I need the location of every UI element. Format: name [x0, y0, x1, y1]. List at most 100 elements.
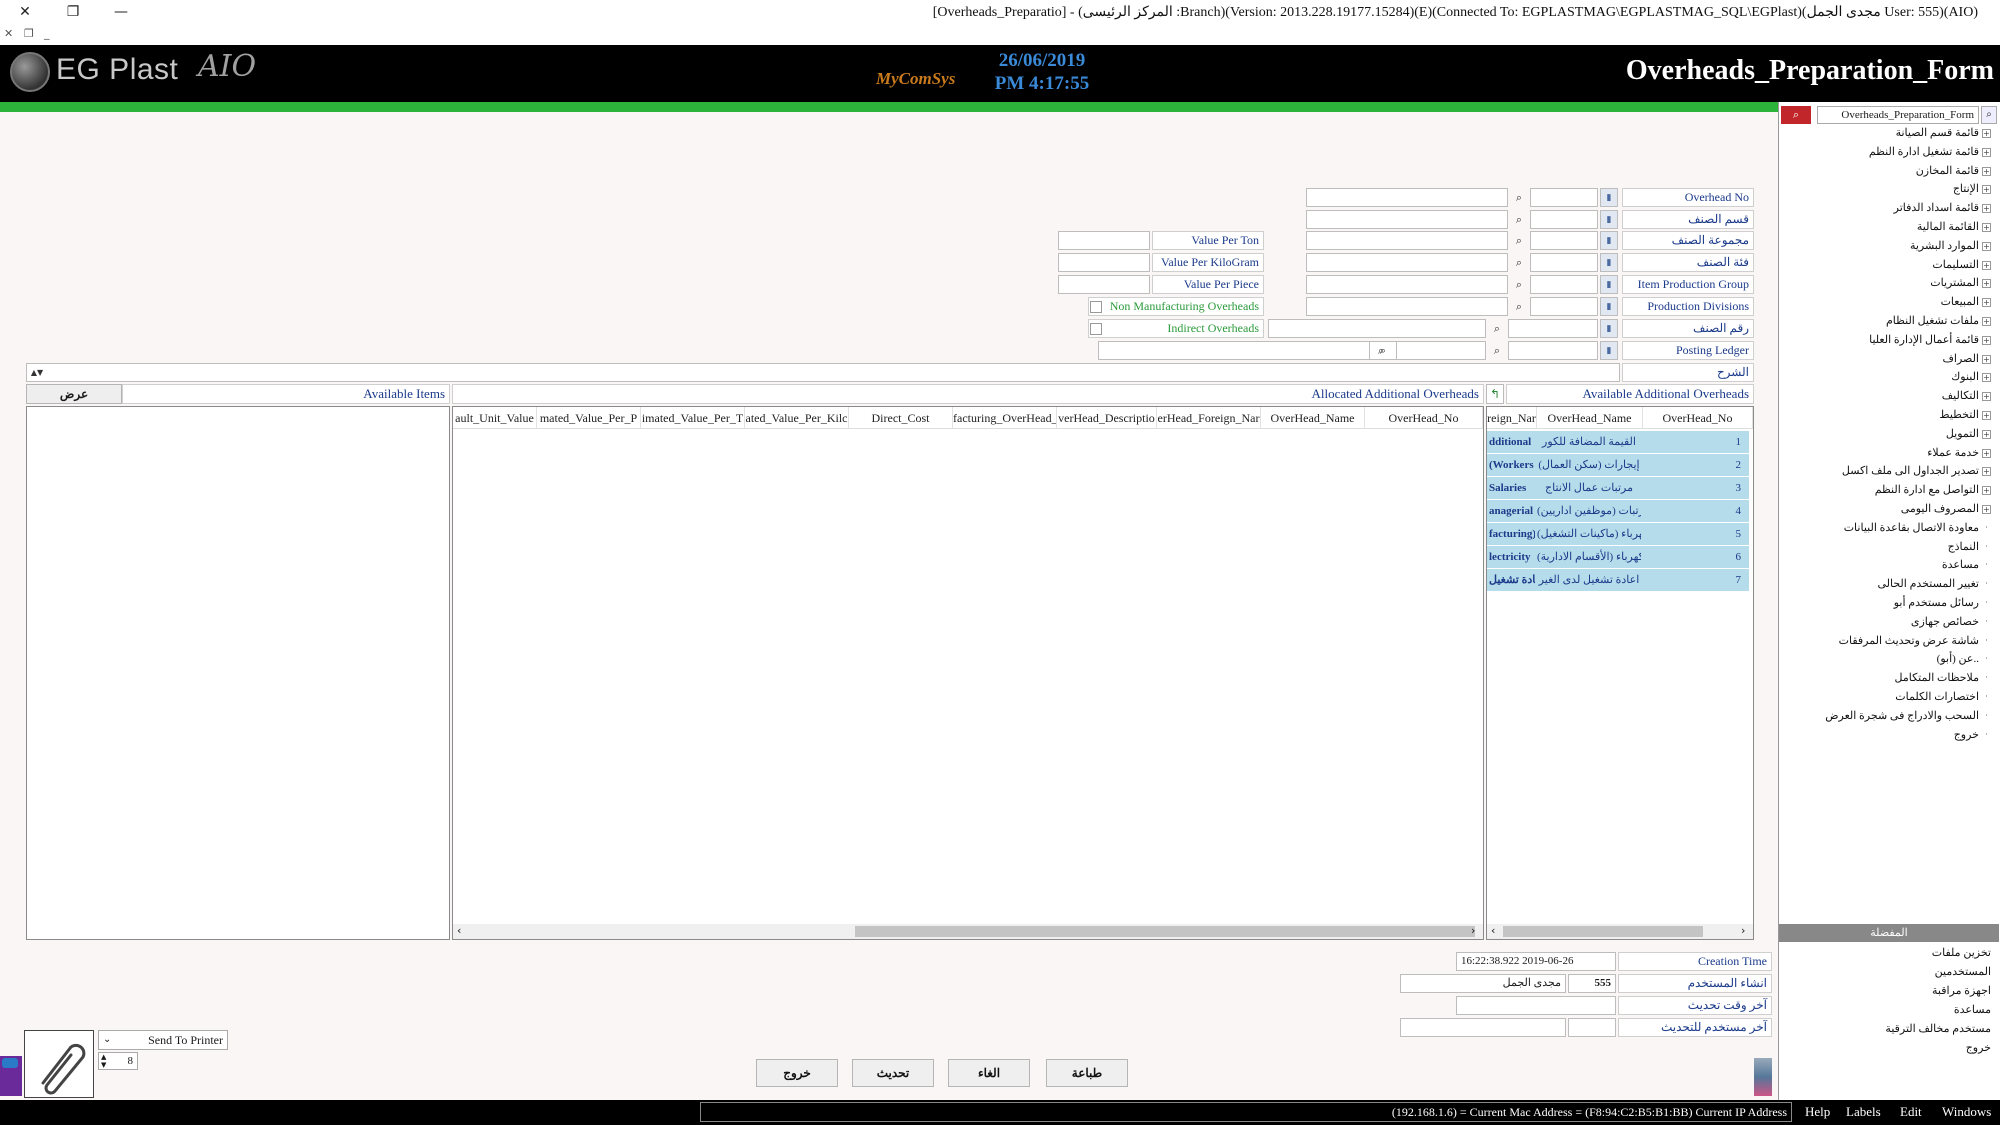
tree-item[interactable]: خدمة عملاء + [1927, 444, 1991, 462]
tree-item[interactable]: البنوك + [1951, 368, 1991, 386]
tree-item[interactable]: قائمة أعمال الإدارة العليا + [1869, 331, 1991, 349]
name-input[interactable] [1306, 231, 1508, 250]
show-button[interactable]: عرض [26, 384, 122, 404]
expand-icon[interactable]: + [1982, 298, 1991, 308]
search-icon[interactable]: ⌕ [1488, 319, 1506, 338]
allocated-column-header[interactable]: OverHead_No [1365, 407, 1483, 429]
search-icon[interactable]: ⌕ [1510, 253, 1528, 272]
sidebar-search-input[interactable]: Overheads_Preparation_Form [1817, 106, 1979, 124]
search-icon[interactable]: ⌕ [1488, 341, 1506, 360]
tree-item[interactable]: ملفات تشغيل النظام + [1886, 312, 1991, 330]
allocated-column-header[interactable]: erHead_Foreign_Nar [1157, 407, 1261, 429]
expand-icon[interactable]: + [1982, 392, 1991, 402]
tree-item[interactable]: التمويل + [1946, 425, 1991, 443]
tree-item[interactable]: مساعدة · [1942, 556, 1991, 574]
favorite-item[interactable]: خروج [1966, 1039, 1991, 1057]
code-input[interactable] [1530, 253, 1598, 272]
mdi-minimize-icon[interactable]: _ [44, 27, 50, 40]
code-input[interactable] [1508, 341, 1598, 360]
available-items-list[interactable] [26, 406, 450, 940]
favorite-item[interactable]: المستخدمين [1935, 963, 1991, 981]
allocated-hscrollbar[interactable]: ‹ › [453, 924, 1483, 939]
allocated-column-header[interactable]: facturing_OverHead_ [953, 407, 1057, 429]
name-input[interactable] [1306, 210, 1508, 229]
search-icon[interactable]: ⌕ [1510, 297, 1528, 316]
available-column-header[interactable]: OverHead_No [1643, 407, 1753, 429]
tree-item[interactable]: المبيعات + [1941, 293, 1991, 311]
expand-icon[interactable]: + [1982, 185, 1991, 195]
non-manufacturing-checkbox[interactable] [1090, 301, 1102, 313]
table-row[interactable]: اعادة تشغيلاعادة تشغيل لدى الغير 7 [1487, 569, 1749, 592]
table-row[interactable]: dditional القيمة المضافة للكور 1 [1487, 431, 1749, 454]
tree-item[interactable]: معاودة الاتصال بقاعدة البيانات · [1844, 519, 1991, 537]
dropdown-icon[interactable]: ▮ [1600, 275, 1618, 294]
tree-item[interactable]: ملاحظات المتكامل · [1895, 669, 1991, 687]
move-left-icon[interactable]: ↰ [1486, 384, 1504, 404]
tree-item[interactable]: الموارد البشرية + [1910, 237, 1991, 255]
tree-item[interactable]: قائمة اسداد الدفاتر + [1894, 199, 1991, 217]
tree-item[interactable]: المشتريات + [1930, 274, 1991, 292]
tree-item[interactable]: التسليمات + [1932, 256, 1991, 274]
expand-icon[interactable]: + [1982, 410, 1991, 420]
tree-item[interactable]: المصروف اليومى + [1901, 500, 1991, 518]
expand-icon[interactable]: + [1982, 448, 1991, 458]
mdi-close-icon[interactable]: ✕ [4, 27, 13, 40]
expand-icon[interactable]: + [1982, 147, 1991, 157]
expand-icon[interactable]: + [1982, 204, 1991, 214]
dropdown-icon[interactable]: ▮ [1600, 188, 1618, 207]
code-input[interactable] [1530, 188, 1598, 207]
name-input[interactable] [1306, 297, 1508, 316]
table-row[interactable]: anagerial مرتبات (موظفين اداريين) 4 [1487, 500, 1749, 523]
available-overheads-grid[interactable]: reign_Nar OverHead_Name OverHead_No dditio… [1486, 406, 1754, 940]
favorite-item[interactable]: اجهزة مراقبة [1932, 982, 1991, 1000]
dropdown-icon[interactable]: ▮ [1600, 341, 1618, 360]
tree-item[interactable]: التخطيط + [1939, 406, 1991, 424]
search-icon[interactable]: ⌕ [1374, 341, 1392, 360]
expand-icon[interactable]: + [1982, 373, 1991, 383]
scroll-right-icon[interactable]: › [1471, 924, 1475, 937]
allocated-column-header[interactable]: verHead_Descriptio [1057, 407, 1157, 429]
indirect-overheads-checkbox[interactable] [1090, 323, 1102, 335]
search-icon[interactable]: ⌕ [1510, 188, 1528, 207]
update-button[interactable]: تحديث [852, 1059, 934, 1087]
color-strip-icon[interactable] [1754, 1058, 1772, 1096]
tree-item[interactable]: خروج · [1954, 726, 1991, 744]
code-input[interactable] [1530, 231, 1598, 250]
dropdown-icon[interactable]: ▮ [1600, 297, 1618, 316]
tree-item[interactable]: الإنتاج + [1953, 180, 1991, 198]
table-row[interactable]: facturing) كهرباء (ماكينات التشغيل) 5 [1487, 523, 1749, 546]
allocated-column-header[interactable]: mated_Value_Per_P [537, 407, 641, 429]
name-input[interactable] [1306, 275, 1508, 294]
expand-icon[interactable]: + [1982, 316, 1991, 326]
expand-icon[interactable]: + [1982, 222, 1991, 232]
code-input[interactable] [1530, 210, 1598, 229]
tree-item[interactable]: اختصارات الكلمات · [1895, 688, 1991, 706]
scroll-left-icon[interactable]: ‹ [457, 924, 461, 937]
scroll-right-icon[interactable]: › [1741, 924, 1745, 937]
secondary-code-input[interactable] [1396, 341, 1486, 360]
tree-item[interactable]: التكاليف + [1942, 387, 1991, 405]
favorite-item[interactable]: مساعدة [1954, 1001, 1991, 1019]
name-input[interactable] [1306, 253, 1508, 272]
scroll-left-icon[interactable]: ‹ [1491, 924, 1495, 937]
explanation-input[interactable] [26, 363, 1620, 382]
allocated-column-header[interactable]: ault_Unit_Value [453, 407, 537, 429]
menu-edit[interactable]: Edit [1900, 1104, 1922, 1120]
minimize-icon[interactable]: — [106, 2, 136, 22]
tree-item[interactable]: الصراف + [1943, 350, 1991, 368]
menu-windows[interactable]: Windows [1942, 1104, 1991, 1120]
search-button-icon[interactable]: ⌕ [1781, 106, 1811, 124]
name-input[interactable] [1306, 188, 1508, 207]
tree-item[interactable]: السحب والادراج فى شجرة العرض · [1825, 707, 1991, 725]
value-per-ton-input[interactable] [1058, 231, 1150, 250]
cancel-button[interactable]: الغاء [948, 1059, 1030, 1087]
tree-item[interactable]: قائمة المخازن + [1916, 162, 1991, 180]
tree-item[interactable]: خصائص جهازى · [1911, 613, 1991, 631]
search-icon[interactable]: ⌕ [1510, 210, 1528, 229]
dropdown-icon[interactable]: ▮ [1600, 319, 1618, 338]
value-per-kilogram-input[interactable] [1058, 253, 1150, 272]
expand-icon[interactable]: + [1982, 486, 1991, 496]
attachment-button[interactable] [24, 1030, 94, 1098]
tree-item[interactable]: تصدير الجداول الى ملف اكسل + [1842, 462, 1991, 480]
expand-icon[interactable]: + [1982, 128, 1991, 138]
